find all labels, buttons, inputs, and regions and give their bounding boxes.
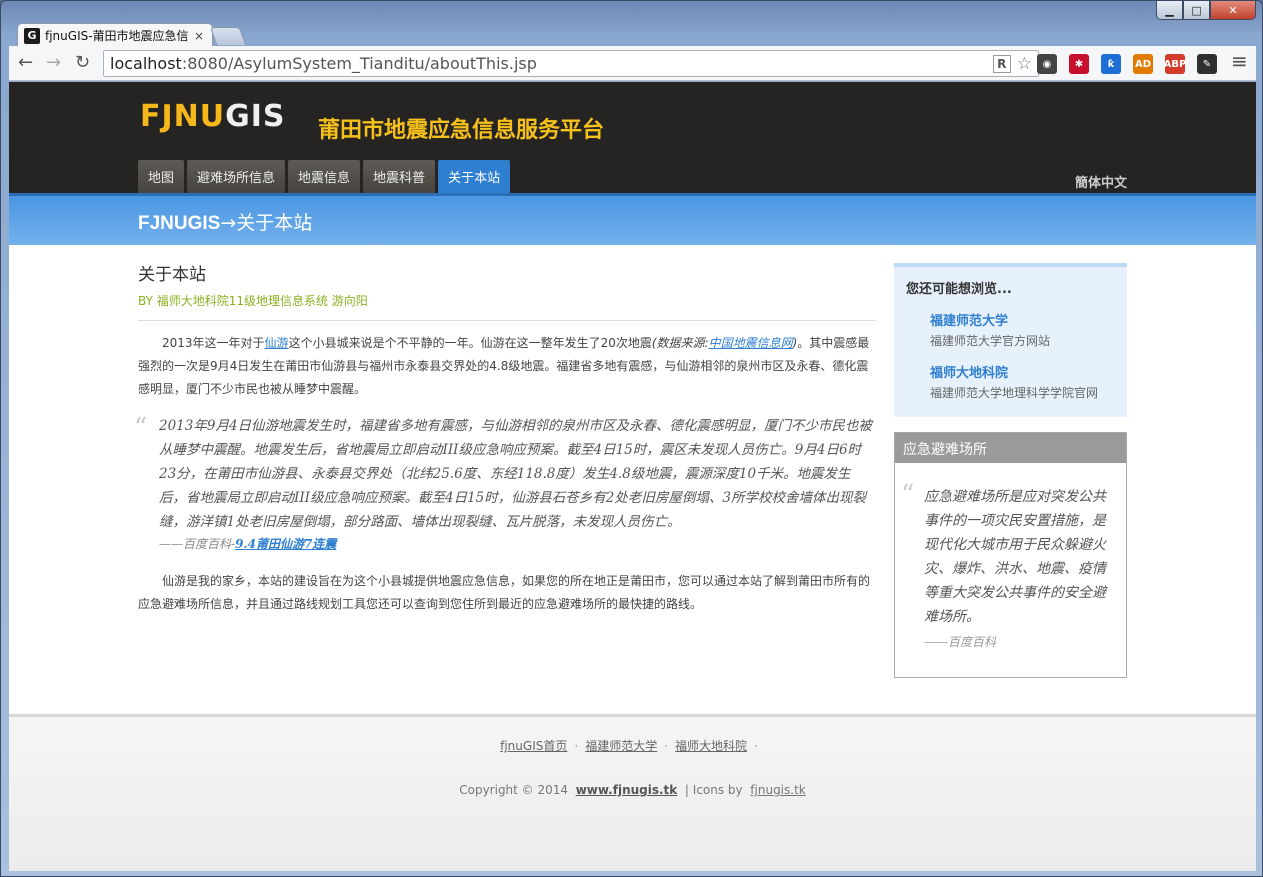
browser-tab[interactable]: G fjnuGIS-莆田市地震应急信 ×	[17, 23, 213, 47]
red-extension-icon[interactable]: ✱	[1069, 54, 1089, 74]
baike-link[interactable]: 9.4莆田仙游7连震	[235, 537, 336, 551]
language-switch[interactable]: 簡体中文	[1075, 172, 1127, 191]
footer-icons-link[interactable]: fjnugis.tk	[750, 783, 805, 797]
copyright: Copyright © 2014 www.fjnugis.tk | Icons …	[459, 783, 806, 797]
tab-title: fjnuGIS-莆田市地震应急信	[45, 29, 189, 43]
web-page: FJNUGIS 莆田市地震应急信息服务平台 地图 避难场所信息 地震信息 地震科…	[9, 82, 1256, 871]
nav-item-science[interactable]: 地震科普	[363, 160, 436, 193]
url-text[interactable]: localhost:8080/AsylumSystem_Tianditu/abo…	[110, 54, 993, 73]
reload-icon[interactable]: ↻	[75, 54, 90, 72]
evernote-icon[interactable]: ✎	[1197, 54, 1217, 74]
back-arrow-icon[interactable]: ←	[18, 54, 33, 72]
quote-text: 2013年9月4日仙游地震发生时，福建省多地有震感，与仙游相邻的泉州市区及永春、…	[159, 418, 873, 530]
article-paragraph-1: 2013年这一年对于仙游这个小县城来说是个不平静的一年。仙游在这一整年发生了20…	[138, 336, 870, 396]
footer-separator: ·	[754, 739, 758, 753]
chrome-web-store-icon[interactable]: ◉	[1037, 54, 1057, 74]
site-logo[interactable]: FJNUGIS	[140, 99, 286, 134]
footer-site-link[interactable]: www.fjnugis.tk	[576, 783, 678, 797]
site-header: FJNUGIS 莆田市地震应急信息服务平台 地图 避难场所信息 地震信息 地震科…	[9, 82, 1256, 193]
geo-college-link[interactable]: 福师大地科院	[930, 362, 1115, 381]
footer-link-home[interactable]: fjnuGIS首页	[500, 739, 567, 753]
quote-source: ——百度百科-9.4莆田仙游7连震	[159, 537, 337, 551]
cenc-link[interactable]: 中国地震信息网	[709, 336, 793, 350]
fjnu-link[interactable]: 福建师范大学	[930, 310, 1115, 329]
address-bar[interactable]: localhost:8080/AsylumSystem_Tianditu/abo…	[103, 50, 1039, 77]
quote-mark-icon: “	[901, 480, 915, 510]
window-controls: ▁ □ ✕	[1156, 1, 1256, 20]
shelter-quote-source: ——百度百科	[924, 635, 997, 649]
quote-mark-icon: “	[134, 413, 148, 443]
nav-item-earthquakes[interactable]: 地震信息	[288, 160, 361, 193]
adblock-plus-icon[interactable]: ABP	[1164, 54, 1186, 74]
shelter-quote: “ 应急避难场所是应对突发公共事件的一项灾民安置措施，是现代化大城市用于民众躲避…	[895, 463, 1126, 654]
fjnu-link-desc: 福建师范大学官方网站	[930, 334, 1051, 348]
footer-links: fjnuGIS首页 · 福建师范大学 · 福师大地科院 ·	[9, 737, 1256, 754]
site-title: 莆田市地震应急信息服务平台	[318, 118, 605, 143]
favicon-icon: G	[24, 27, 40, 44]
xianyou-link[interactable]: 仙游	[265, 336, 289, 350]
forward-arrow-icon[interactable]: →	[46, 54, 61, 72]
shelter-info-box: 应急避难场所 “ 应急避难场所是应对突发公共事件的一项灾民安置措施，是现代化大城…	[894, 432, 1127, 678]
sidebar: 您还可能想浏览... 福建师范大学 福建师范大学官方网站 福师大地科院 福建师范…	[894, 263, 1127, 678]
page-banner: FJNUGIS→关于本站	[9, 193, 1256, 245]
blue-extension-icon[interactable]: ƙ	[1101, 54, 1121, 74]
shelter-box-title: 应急避难场所	[895, 433, 1126, 463]
issuu-icon[interactable]: AD	[1133, 54, 1153, 74]
menu-icon[interactable]: ≡	[1231, 51, 1248, 71]
footer-separator: ·	[664, 739, 669, 753]
tab-strip: G fjnuGIS-莆田市地震应急信 ×	[9, 20, 1256, 47]
article-title: 关于本站	[138, 265, 206, 285]
browser-window: ▁ □ ✕ G fjnuGIS-莆田市地震应急信 × ← → ↻ localho…	[0, 0, 1263, 877]
nav-item-about[interactable]: 关于本站	[438, 160, 511, 193]
close-window-button[interactable]: ✕	[1210, 1, 1256, 20]
article-blockquote: “ 2013年9月4日仙游地震发生时，福建省多地有震感，与仙游相邻的泉州市区及永…	[134, 414, 876, 554]
site-footer: fjnuGIS首页 · 福建师范大学 · 福师大地科院 · Copyright © 201…	[9, 714, 1256, 871]
main-nav: 地图 避难场所信息 地震信息 地震科普 关于本站	[138, 160, 513, 193]
reader-icon[interactable]: R	[992, 54, 1011, 73]
footer-link-fjnu[interactable]: 福建师范大学	[585, 739, 657, 753]
browser-toolbar: ← → ↻ localhost:8080/AsylumSystem_Tiandi…	[9, 46, 1256, 81]
close-tab-icon[interactable]: ×	[192, 29, 206, 43]
minimize-button[interactable]: ▁	[1156, 1, 1183, 20]
new-tab-button[interactable]	[209, 27, 247, 45]
bookmark-star-icon[interactable]: ☆	[1017, 54, 1032, 74]
shelter-quote-text: 应急避难场所是应对突发公共事件的一项灾民安置措施，是现代化大城市用于民众躲避火灾…	[924, 489, 1106, 625]
nav-item-shelters[interactable]: 避难场所信息	[187, 160, 286, 193]
footer-separator: ·	[574, 739, 579, 753]
geo-college-link-desc: 福建师范大学地理科学学院官网	[930, 386, 1099, 400]
related-links-box: 您还可能想浏览... 福建师范大学 福建师范大学官方网站 福师大地科院 福建师范…	[894, 263, 1127, 417]
nav-item-map[interactable]: 地图	[138, 160, 185, 193]
related-heading: 您还可能想浏览...	[906, 282, 1012, 297]
footer-link-college[interactable]: 福师大地科院	[675, 739, 747, 753]
article: 关于本站 BY 福师大地科院11级地理信息系统 游向阳 2013年这一年对于仙游…	[134, 260, 876, 616]
maximize-button[interactable]: □	[1183, 1, 1210, 20]
article-byline: BY 福师大地科院11级地理信息系统 游向阳	[138, 292, 876, 321]
article-paragraph-2: 仙游是我的家乡，本站的建设旨在为这个小县城提供地震应急信息，如果您的所在地正是莆…	[138, 574, 871, 611]
breadcrumb: FJNUGIS→关于本站	[138, 212, 313, 234]
